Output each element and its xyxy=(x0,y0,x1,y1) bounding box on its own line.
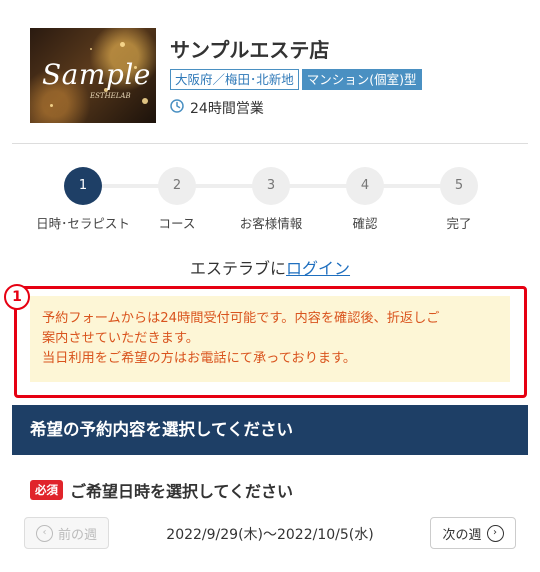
prev-week-button[interactable]: ‹ 前の週 xyxy=(24,517,109,549)
shop-image-subtext: ESTHELAB xyxy=(90,92,131,100)
step-label: お客様情報 xyxy=(239,216,303,231)
shop-header: Sample ESTHELAB サンプルエステ店 大阪府／梅田･北新地 マンショ… xyxy=(30,28,510,124)
step-number: 5 xyxy=(440,167,478,205)
next-week-button[interactable]: 次の週 › xyxy=(430,517,516,549)
business-hours: 24時間営業 xyxy=(170,98,264,118)
step-complete: 5 完了 xyxy=(412,167,506,232)
header-divider xyxy=(12,143,528,144)
shop-tags: 大阪府／梅田･北新地 マンション(個室)型 xyxy=(170,69,422,90)
sparkle-decoration xyxy=(120,42,125,47)
step-label: 確認 xyxy=(352,216,378,231)
login-link[interactable]: ログイン xyxy=(286,259,350,278)
step-label: 完了 xyxy=(446,216,472,231)
business-hours-text: 24時間営業 xyxy=(190,101,264,117)
shop-name[interactable]: サンプルエステ店 xyxy=(170,34,329,63)
next-week-label: 次の週 xyxy=(442,527,482,543)
chevron-left-icon: ‹ xyxy=(35,524,53,542)
step-number: 3 xyxy=(252,167,290,205)
step-datetime: 1 日時･セラピスト xyxy=(36,167,130,232)
step-number: 2 xyxy=(158,167,196,205)
step-number: 1 xyxy=(64,167,102,205)
datetime-heading: 必須 ご希望日時を選択してください xyxy=(30,478,293,502)
section-title: 希望の予約内容を選択してください xyxy=(12,405,528,455)
step-confirm: 4 確認 xyxy=(318,167,412,232)
notice-line: 予約フォームからは24時間受付可能です。内容を確認後、折返しご xyxy=(42,311,440,326)
type-tag: マンション(個室)型 xyxy=(301,69,422,90)
sparkle-decoration xyxy=(90,48,92,50)
week-navigation: ‹ 前の週 2022/9/29(木)〜2022/10/5(水) 次の週 › xyxy=(24,517,516,551)
notice-line: 当日利用をご希望の方はお電話にて承っております。 xyxy=(42,351,357,366)
required-badge: 必須 xyxy=(30,480,63,500)
chevron-right-icon: › xyxy=(486,524,504,542)
shop-image[interactable]: Sample ESTHELAB xyxy=(30,28,156,123)
reservation-notice: 予約フォームからは24時間受付可能です。内容を確認後、折返しご 案内させていただ… xyxy=(30,296,510,382)
step-label: 日時･セラピスト xyxy=(36,216,130,231)
notice-line: 案内させていただきます。 xyxy=(42,331,199,346)
sparkle-decoration xyxy=(50,104,53,107)
annotation-marker: 1 xyxy=(4,284,30,310)
step-number: 4 xyxy=(346,167,384,205)
step-customer-info: 3 お客様情報 xyxy=(224,167,318,232)
step-course: 2 コース xyxy=(130,167,224,232)
login-prompt: エステラブにログイン xyxy=(0,255,540,279)
step-label: コース xyxy=(158,216,196,231)
datetime-title: ご希望日時を選択してください xyxy=(70,482,294,501)
clock-icon xyxy=(170,99,184,117)
shop-image-text: Sample xyxy=(42,58,151,91)
area-tag: 大阪府／梅田･北新地 xyxy=(170,69,299,90)
progress-steps: 1 日時･セラピスト 2 コース 3 お客様情報 4 確認 5 完了 xyxy=(36,167,500,231)
prev-week-label: 前の週 xyxy=(57,527,97,543)
sparkle-decoration xyxy=(142,98,148,104)
login-prefix: エステラブに xyxy=(189,259,286,278)
